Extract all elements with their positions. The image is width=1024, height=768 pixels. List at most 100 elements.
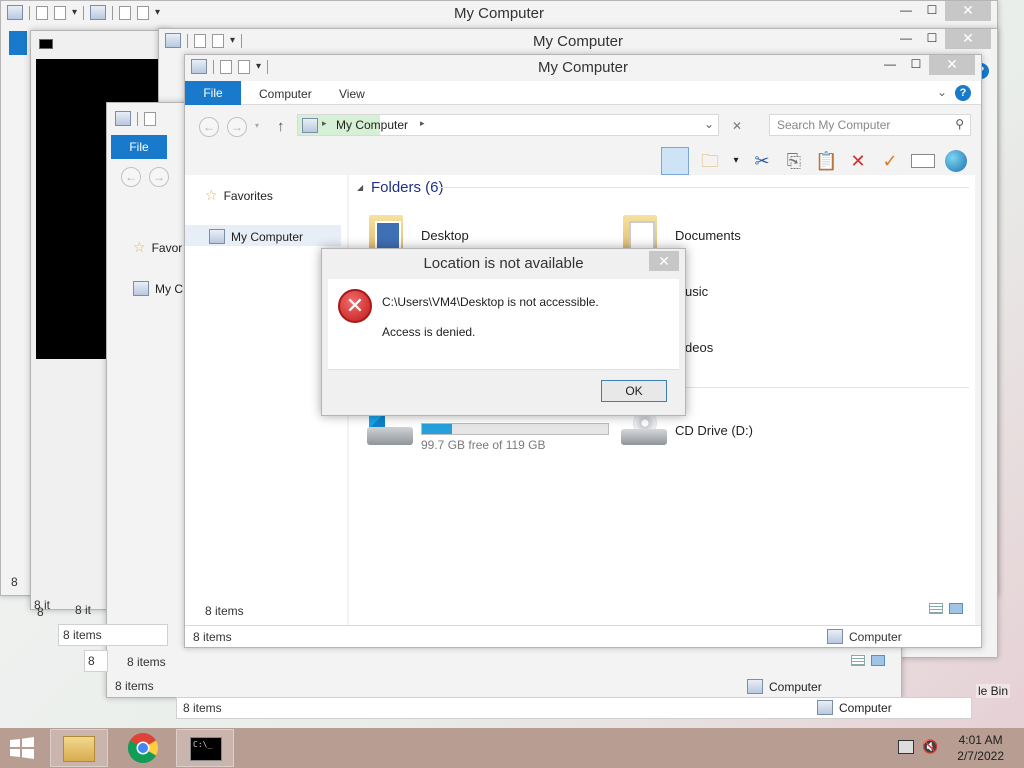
breadcrumb-arrow-icon[interactable]: ▸ bbox=[420, 118, 425, 129]
address-dropdown-icon[interactable]: ⌄ bbox=[704, 117, 714, 131]
computer-icon bbox=[115, 111, 131, 126]
preview-pane-icon[interactable] bbox=[661, 147, 689, 175]
ok-button[interactable]: OK bbox=[601, 380, 667, 402]
minimize-button[interactable]: — bbox=[877, 55, 903, 75]
status-items: 8 items bbox=[127, 655, 166, 669]
console-icon: C:\_ bbox=[190, 737, 222, 761]
address-location[interactable]: My Computer bbox=[336, 118, 408, 132]
error-dialog[interactable]: Location is not available ✕ ✕ C:\Users\V… bbox=[321, 248, 686, 416]
close-button[interactable]: ✕ bbox=[929, 55, 975, 75]
dialog-close-button[interactable]: ✕ bbox=[649, 251, 679, 271]
stacked-window-status: 8 items bbox=[58, 624, 168, 646]
back-button[interactable]: ← bbox=[199, 117, 219, 137]
ribbon-file-tab-fragment[interactable] bbox=[9, 31, 27, 55]
explorer-window-bottom-strip[interactable]: 8 items Computer bbox=[176, 697, 972, 719]
window-title: My Computer bbox=[532, 33, 624, 50]
address-bar-row: ← → ▾ ↑ ▸ My Computer ▸ ⌄ ✕ Search My Co… bbox=[191, 113, 975, 139]
nav-my-computer[interactable]: My Computer bbox=[209, 229, 303, 244]
tab-view[interactable]: View bbox=[339, 87, 365, 101]
computer-icon bbox=[747, 679, 763, 694]
properties-icon[interactable] bbox=[144, 111, 156, 126]
title-bar[interactable]: ▾ My Computer — ☐ ✕ bbox=[185, 55, 981, 81]
up-button[interactable]: ↑ bbox=[277, 118, 285, 135]
minimize-button[interactable]: — bbox=[893, 29, 919, 49]
window-title: My Computer bbox=[537, 59, 629, 76]
delete-icon[interactable]: ✕ bbox=[847, 150, 869, 172]
view-toggle-icons[interactable] bbox=[851, 655, 885, 666]
volume-muted-icon[interactable]: 🔇 bbox=[922, 739, 938, 755]
taskbar: C:\_ 🔇 4:01 AM 2/7/2022 bbox=[0, 728, 1024, 768]
clock[interactable]: 4:01 AM 2/7/2022 bbox=[957, 732, 1004, 764]
search-input[interactable]: Search My Computer ⚲ bbox=[769, 114, 971, 136]
cut-icon[interactable]: ✂ bbox=[751, 150, 773, 172]
error-icon: ✕ bbox=[338, 289, 372, 323]
tab-file[interactable]: File bbox=[111, 135, 167, 159]
collapse-group-icon[interactable]: ◢ bbox=[357, 183, 363, 192]
title-bar[interactable]: ▾ ▾ My Computer — ☐ ✕ bbox=[1, 1, 997, 27]
properties-icon[interactable]: 🗀 bbox=[699, 150, 721, 172]
maximize-button[interactable]: ☐ bbox=[919, 29, 945, 49]
computer-icon bbox=[133, 281, 149, 296]
details-view-icon[interactable] bbox=[929, 603, 943, 614]
my-computer-nav-item[interactable]: My C bbox=[133, 281, 183, 296]
rename-icon[interactable] bbox=[911, 154, 935, 168]
tab-computer[interactable]: Computer bbox=[259, 87, 312, 101]
search-icon[interactable]: ⚲ bbox=[955, 117, 964, 131]
recent-locations-icon[interactable]: ▾ bbox=[255, 121, 259, 130]
folder-desktop[interactable]: Desktop bbox=[421, 228, 469, 243]
group-header-folders[interactable]: Folders (6) bbox=[371, 179, 444, 196]
details-view-icon[interactable] bbox=[851, 655, 865, 666]
star-icon: ☆ bbox=[133, 239, 146, 255]
ribbon-expand-icon[interactable]: ⌄ bbox=[937, 85, 947, 99]
drive-c-usage-bar bbox=[421, 423, 609, 435]
address-box[interactable]: ▸ My Computer ▸ ⌄ bbox=[297, 114, 719, 136]
checkmark-icon[interactable]: ✓ bbox=[879, 150, 901, 172]
taskbar-chrome[interactable] bbox=[114, 729, 172, 767]
forward-button[interactable]: → bbox=[149, 167, 169, 187]
back-button[interactable]: ← bbox=[121, 167, 141, 187]
chrome-icon bbox=[127, 733, 159, 764]
taskbar-command-prompt[interactable]: C:\_ bbox=[176, 729, 234, 767]
taskbar-file-explorer[interactable] bbox=[50, 729, 108, 767]
help-icon[interactable]: ? bbox=[955, 85, 971, 101]
chevron-down-icon[interactable]: ▾ bbox=[731, 150, 741, 172]
folder-music[interactable]: usic bbox=[685, 284, 708, 299]
network-globe-icon[interactable] bbox=[945, 150, 967, 172]
folder-documents[interactable]: Documents bbox=[675, 228, 741, 243]
windows-logo-icon bbox=[10, 737, 34, 759]
search-placeholder: Search My Computer bbox=[777, 118, 891, 132]
folder-videos[interactable]: deos bbox=[685, 340, 713, 355]
copy-icon[interactable]: ⎘ bbox=[783, 150, 805, 172]
tab-file[interactable]: File bbox=[185, 81, 241, 105]
favorites-item[interactable]: ☆ Favor bbox=[133, 239, 182, 256]
status-computer: Computer bbox=[817, 700, 892, 715]
large-icons-view-icon[interactable] bbox=[949, 603, 963, 614]
stacked-window-status: 8 bbox=[84, 650, 108, 672]
status-computer: Computer bbox=[747, 679, 822, 694]
status-items: 8 items bbox=[193, 630, 232, 644]
minimize-button[interactable]: — bbox=[893, 1, 919, 21]
clock-time: 4:01 AM bbox=[958, 733, 1003, 747]
close-button[interactable]: ✕ bbox=[945, 1, 991, 21]
clear-address-button[interactable]: ✕ bbox=[727, 116, 747, 136]
dialog-message: C:\Users\VM4\Desktop is not accessible. bbox=[382, 295, 599, 309]
forward-button[interactable]: → bbox=[227, 117, 247, 137]
recycle-bin-label[interactable]: le Bin bbox=[976, 684, 1011, 698]
dialog-footer: OK bbox=[328, 369, 679, 411]
network-icon[interactable] bbox=[898, 740, 914, 754]
nav-favorites[interactable]: ☆ Favorites bbox=[205, 187, 273, 204]
maximize-button[interactable]: ☐ bbox=[919, 1, 945, 21]
maximize-button[interactable]: ☐ bbox=[903, 55, 929, 75]
status-items: 8 items bbox=[115, 679, 154, 693]
view-toggle-icons[interactable] bbox=[929, 603, 963, 614]
stacked-window-status: 8 it bbox=[34, 598, 51, 612]
drive-d[interactable]: CD Drive (D:) bbox=[675, 423, 753, 438]
clock-date: 2/7/2022 bbox=[957, 749, 1004, 763]
paste-icon[interactable]: 📋 bbox=[815, 150, 837, 172]
cd-drive-icon bbox=[621, 411, 667, 447]
breadcrumb-arrow-icon[interactable]: ▸ bbox=[322, 118, 327, 129]
large-icons-view-icon[interactable] bbox=[871, 655, 885, 666]
start-button[interactable] bbox=[8, 736, 36, 760]
close-button[interactable]: ✕ bbox=[945, 29, 991, 49]
title-bar[interactable]: ▾ My Computer — ☐ ✕ bbox=[159, 29, 997, 55]
